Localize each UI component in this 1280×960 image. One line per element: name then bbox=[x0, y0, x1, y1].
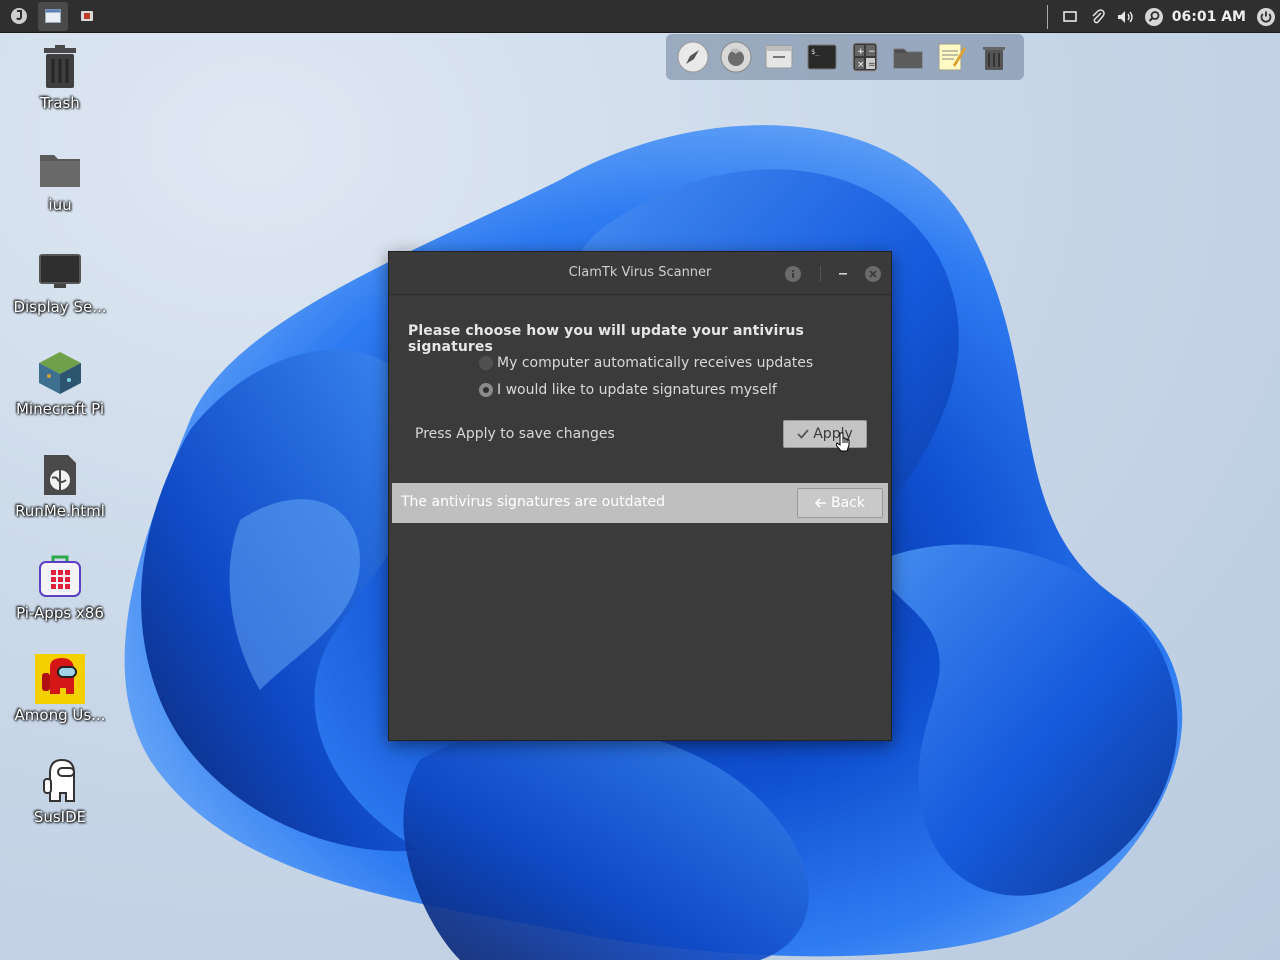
arrow-left-icon bbox=[815, 498, 826, 508]
desktop-icon-folder-iuu[interactable]: iuu bbox=[0, 144, 120, 214]
svg-text:+: + bbox=[857, 47, 865, 57]
dialog-titlebar[interactable]: ClamTk Virus Scanner bbox=[389, 252, 891, 295]
desktop-icon-minecraft-pi[interactable]: Minecraft Pi bbox=[0, 348, 120, 418]
minecraft-icon bbox=[35, 348, 85, 398]
dock-calculator[interactable]: + − × = bbox=[846, 38, 884, 76]
svg-text:=: = bbox=[868, 60, 876, 70]
window-icon bbox=[45, 9, 61, 23]
status-bar: The antivirus signatures are outdated Ba… bbox=[392, 483, 888, 523]
power-icon[interactable] bbox=[1255, 6, 1277, 28]
dock-launcher[interactable] bbox=[674, 38, 712, 76]
top-panel: 06:01 AM bbox=[0, 0, 1280, 33]
close-icon[interactable] bbox=[865, 266, 881, 282]
dock-file-manager[interactable] bbox=[760, 38, 798, 76]
radio-button-manual[interactable] bbox=[479, 383, 493, 397]
clipboard-icon[interactable] bbox=[1087, 6, 1109, 28]
desktop-icon-display-settings[interactable]: Display Se... bbox=[0, 246, 120, 316]
titlebar-separator bbox=[820, 266, 821, 282]
folder-icon bbox=[35, 144, 85, 194]
option-manual-updates[interactable]: I would like to update signatures myself bbox=[479, 382, 777, 398]
info-icon[interactable] bbox=[785, 266, 801, 282]
panel-separator bbox=[1046, 4, 1048, 29]
desktop-icon-pi-apps[interactable]: Pi-Apps x86 bbox=[0, 552, 120, 622]
minimize-icon[interactable] bbox=[835, 264, 851, 280]
text-editor-icon bbox=[938, 43, 966, 71]
app-menu-button[interactable] bbox=[4, 2, 34, 31]
suside-icon bbox=[35, 756, 85, 806]
clamtk-dialog: ClamTk Virus Scanner Please choose how y… bbox=[388, 251, 892, 741]
svg-text:−: − bbox=[868, 47, 876, 57]
desktop-icon-runme-html[interactable]: RunMe.html bbox=[0, 450, 120, 520]
mouse-cursor-icon bbox=[836, 432, 850, 452]
dialog-title: ClamTk Virus Scanner bbox=[568, 265, 712, 280]
firefox-icon bbox=[720, 41, 752, 73]
option-automatic-updates[interactable]: My computer automatically receives updat… bbox=[479, 355, 813, 371]
search-icon[interactable] bbox=[1143, 6, 1165, 28]
clock[interactable]: 06:01 AM bbox=[1172, 9, 1246, 25]
option-automatic-label: My computer automatically receives updat… bbox=[497, 355, 814, 371]
clamtk-app-icon bbox=[81, 11, 93, 21]
file-manager-icon bbox=[765, 45, 793, 69]
folder-icon bbox=[893, 48, 923, 69]
update-heading: Please choose how you will update your a… bbox=[408, 323, 804, 355]
volume-icon[interactable] bbox=[1115, 6, 1137, 28]
checkmark-icon bbox=[797, 429, 809, 439]
trash-icon bbox=[983, 47, 1005, 70]
svg-text:×: × bbox=[857, 60, 865, 70]
notification-icon[interactable] bbox=[1059, 6, 1081, 28]
terminal-icon: $_ bbox=[807, 44, 837, 70]
back-label: Back bbox=[831, 495, 865, 511]
dock-text-editor[interactable] bbox=[932, 38, 970, 76]
taskbar-clamtk-button[interactable] bbox=[72, 2, 102, 31]
status-message: The antivirus signatures are outdated bbox=[401, 494, 666, 510]
trash-icon bbox=[35, 42, 85, 92]
launcher-icon bbox=[677, 41, 709, 73]
dock-terminal[interactable]: $_ bbox=[803, 38, 841, 76]
apply-button[interactable]: Apply bbox=[783, 420, 867, 448]
taskbar-window-button[interactable] bbox=[38, 1, 68, 31]
among-us-icon bbox=[35, 654, 85, 704]
dock-firefox[interactable] bbox=[717, 38, 755, 76]
save-instructions: Press Apply to save changes bbox=[415, 426, 615, 442]
radio-button-automatic[interactable] bbox=[479, 356, 493, 370]
dock-folder[interactable] bbox=[889, 38, 927, 76]
display-icon bbox=[35, 246, 85, 296]
back-button[interactable]: Back bbox=[797, 488, 883, 518]
option-manual-label: I would like to update signatures myself bbox=[497, 382, 777, 398]
dock: $_ + − × = bbox=[666, 34, 1024, 80]
dock-trash[interactable] bbox=[975, 38, 1013, 76]
calculator-icon: + −× = bbox=[852, 42, 878, 72]
svg-text:$_: $_ bbox=[811, 48, 820, 56]
desktop-icon-trash[interactable]: Trash bbox=[0, 42, 120, 112]
app-menu-icon bbox=[11, 8, 27, 24]
desktop-icon-suside[interactable]: SusIDE bbox=[0, 756, 120, 826]
pi-apps-icon bbox=[35, 552, 85, 602]
desktop-icon-among-us[interactable]: Among Us... bbox=[0, 654, 120, 724]
html-file-icon bbox=[35, 450, 85, 500]
